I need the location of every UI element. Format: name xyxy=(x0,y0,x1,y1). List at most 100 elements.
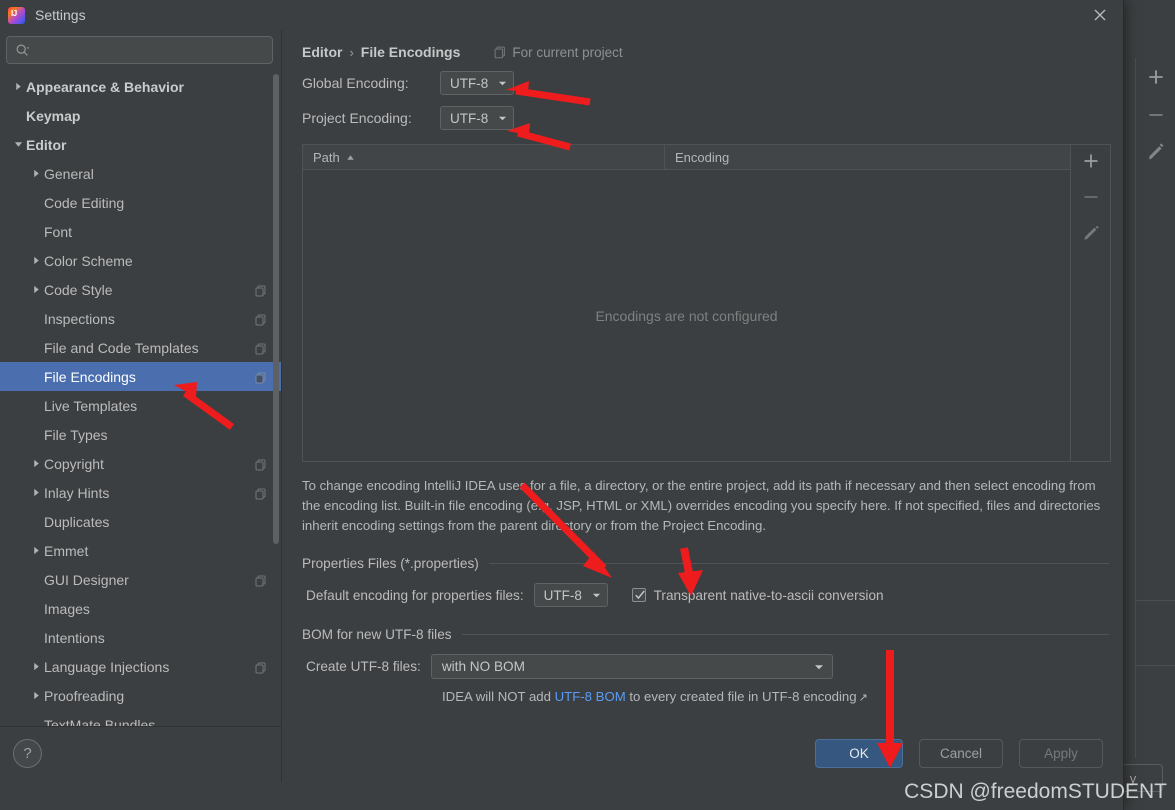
sidebar-item-font[interactable]: Font xyxy=(0,217,281,246)
apply-button[interactable]: Apply xyxy=(1019,738,1103,768)
intellij-idea-logo-icon xyxy=(8,6,25,24)
sidebar-item-label: Keymap xyxy=(26,107,81,124)
sidebar-item-editor[interactable]: Editor xyxy=(0,130,281,159)
chevron-right-icon[interactable] xyxy=(28,691,44,700)
project-encoding-combobox[interactable]: UTF-8 xyxy=(440,106,514,130)
sidebar-item-file-types[interactable]: File Types xyxy=(0,420,281,449)
chevron-right-icon[interactable] xyxy=(28,459,44,468)
sidebar-item-emmet[interactable]: Emmet xyxy=(0,536,281,565)
sidebar-item-label: Appearance & Behavior xyxy=(26,78,184,95)
chevron-down-icon[interactable] xyxy=(10,140,26,149)
transparent-native-to-ascii-label: Transparent native-to-ascii conversion xyxy=(653,587,884,603)
default-properties-encoding-combobox[interactable]: UTF-8 xyxy=(533,583,608,608)
encodings-table-toolbar xyxy=(1070,145,1110,461)
background-divider xyxy=(1135,600,1175,601)
encodings-table-body[interactable]: Path Encoding Encodings are not configur… xyxy=(303,145,1070,461)
chevron-right-icon[interactable] xyxy=(28,256,44,265)
cancel-button[interactable]: Cancel xyxy=(919,738,1003,768)
global-encoding-row: Global Encoding: UTF-8 xyxy=(282,71,1123,95)
sidebar-item-label: Inlay Hints xyxy=(44,484,110,501)
sidebar-item-color-scheme[interactable]: Color Scheme xyxy=(0,246,281,275)
column-header-encoding-label: Encoding xyxy=(675,149,730,165)
utf8-bom-link[interactable]: UTF-8 BOM xyxy=(555,689,626,704)
sidebar-item-live-templates[interactable]: Live Templates xyxy=(0,391,281,420)
default-properties-encoding-row: Default encoding for properties files: U… xyxy=(306,583,1123,608)
settings-tree[interactable]: Appearance & Behavior Keymap Editor General… xyxy=(0,70,281,726)
breadcrumb-parent[interactable]: Editor xyxy=(302,44,342,60)
sidebar-item-images[interactable]: Images xyxy=(0,594,281,623)
settings-sidebar: Appearance & Behavior Keymap Editor General… xyxy=(0,30,282,782)
close-icon[interactable] xyxy=(1077,0,1123,30)
sidebar-item-general[interactable]: General xyxy=(0,159,281,188)
sidebar-item-label: Proofreading xyxy=(44,687,125,704)
column-header-path[interactable]: Path xyxy=(303,145,665,169)
section-divider xyxy=(488,563,1109,565)
column-header-path-label: Path xyxy=(313,149,340,165)
encodings-hint-text: To change encoding IntelliJ IDEA uses fo… xyxy=(302,478,1101,534)
remove-icon[interactable] xyxy=(1081,187,1101,207)
dialog-footer: OK Cancel Apply xyxy=(282,724,1123,782)
sidebar-item-label: Editor xyxy=(26,136,67,153)
create-utf8-files-label: Create UTF-8 files: xyxy=(306,659,421,675)
sidebar-item-duplicates[interactable]: Duplicates xyxy=(0,507,281,536)
chevron-down-icon xyxy=(498,79,507,88)
search-container xyxy=(0,30,281,70)
transparent-native-to-ascii-checkbox[interactable]: Transparent native-to-ascii conversion xyxy=(631,587,884,603)
sidebar-item-language-injections[interactable]: Language Injections xyxy=(0,652,281,681)
project-scope-icon xyxy=(255,371,267,383)
section-divider xyxy=(461,634,1109,636)
properties-files-section-title: Properties Files (*.properties) xyxy=(302,556,1109,571)
chevron-right-icon[interactable] xyxy=(10,82,26,91)
project-scope-icon xyxy=(255,313,267,325)
for-current-project-badge[interactable]: For current project xyxy=(494,45,623,60)
sidebar-item-label: Code Style xyxy=(44,281,113,298)
chevron-right-icon[interactable] xyxy=(28,488,44,497)
sidebar-item-code-style[interactable]: Code Style xyxy=(0,275,281,304)
chevron-right-icon[interactable] xyxy=(28,662,44,671)
external-link-icon: ↗ xyxy=(858,692,868,705)
sidebar-item-inlay-hints[interactable]: Inlay Hints xyxy=(0,478,281,507)
remove-icon[interactable] xyxy=(1145,104,1167,126)
project-encoding-row: Project Encoding: UTF-8 xyxy=(282,106,1123,130)
chevron-right-icon[interactable] xyxy=(28,169,44,178)
sidebar-item-appearance-behavior[interactable]: Appearance & Behavior xyxy=(0,72,281,101)
chevron-right-icon[interactable] xyxy=(28,546,44,555)
sidebar-item-proofreading[interactable]: Proofreading xyxy=(0,681,281,710)
column-header-encoding[interactable]: Encoding xyxy=(665,145,1070,169)
global-encoding-value: UTF-8 xyxy=(450,75,489,91)
bom-note: IDEA will NOT add UTF-8 BOM to every cre… xyxy=(442,689,1123,704)
global-encoding-combobox[interactable]: UTF-8 xyxy=(440,71,514,95)
search-box[interactable] xyxy=(6,36,273,64)
background-right-toolbar xyxy=(1135,58,1175,758)
dialog-body: Appearance & Behavior Keymap Editor General… xyxy=(0,30,1123,782)
sidebar-item-file-and-code-templates[interactable]: File and Code Templates xyxy=(0,333,281,362)
sidebar-item-inspections[interactable]: Inspections xyxy=(0,304,281,333)
ok-button[interactable]: OK xyxy=(815,738,903,768)
sidebar-item-label: File Encodings xyxy=(44,368,136,385)
sidebar-item-intentions[interactable]: Intentions xyxy=(0,623,281,652)
sidebar-item-textmate-bundles[interactable]: TextMate Bundles xyxy=(0,710,281,727)
add-icon[interactable] xyxy=(1081,151,1101,171)
sidebar-item-copyright[interactable]: Copyright xyxy=(0,449,281,478)
sidebar-item-code-editing[interactable]: Code Editing xyxy=(0,188,281,217)
help-button[interactable]: ? xyxy=(13,739,42,768)
sidebar-item-file-encodings[interactable]: File Encodings xyxy=(0,362,281,391)
encodings-table-header: Path Encoding xyxy=(303,145,1070,170)
default-properties-encoding-label: Default encoding for properties files: xyxy=(306,587,524,603)
settings-dialog: Settings App xyxy=(0,0,1124,810)
edit-icon[interactable] xyxy=(1081,223,1101,243)
sidebar-item-gui-designer[interactable]: GUI Designer xyxy=(0,565,281,594)
breadcrumb-separator: › xyxy=(349,44,354,60)
project-scope-icon xyxy=(255,487,267,499)
edit-icon[interactable] xyxy=(1145,142,1167,164)
sidebar-scrollbar[interactable] xyxy=(273,74,279,544)
search-input[interactable] xyxy=(34,41,264,59)
dialog-title: Settings xyxy=(35,7,86,23)
project-encoding-label: Project Encoding: xyxy=(302,110,412,126)
add-icon[interactable] xyxy=(1145,66,1167,88)
chevron-right-icon[interactable] xyxy=(28,285,44,294)
sidebar-item-keymap[interactable]: Keymap xyxy=(0,101,281,130)
global-encoding-label: Global Encoding: xyxy=(302,75,409,91)
project-scope-icon xyxy=(255,342,267,354)
create-utf8-files-combobox[interactable]: with NO BOM xyxy=(430,654,833,680)
